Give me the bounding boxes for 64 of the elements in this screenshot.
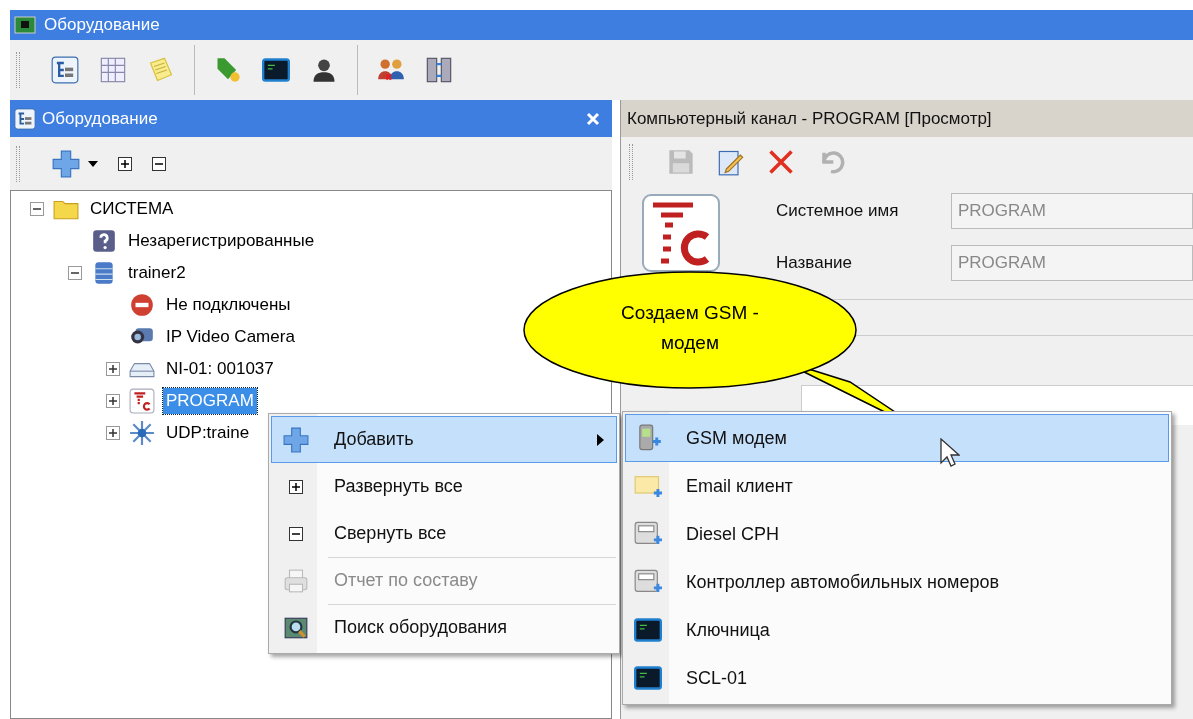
tree-view-icon xyxy=(51,56,79,84)
callout-text: Создаем GSM - модем xyxy=(620,301,760,355)
panel-title: Компьютерный канал - PROGRAM [Просмотр] xyxy=(627,107,992,130)
field-label: Название xyxy=(776,252,853,275)
expand-icon xyxy=(289,479,303,494)
close-icon xyxy=(767,148,795,176)
toolbar-grip[interactable] xyxy=(16,145,20,182)
mouse-cursor-icon xyxy=(940,438,960,468)
toolbar-button[interactable] xyxy=(52,149,98,178)
terminal-icon xyxy=(634,664,662,692)
panel-title: Оборудование xyxy=(42,107,159,130)
circuit-board-icon xyxy=(14,16,36,34)
menu-item[interactable]: GSM модем xyxy=(625,414,1169,462)
terminal-icon xyxy=(262,56,290,84)
expand-icon xyxy=(118,156,132,171)
menu-item[interactable]: Ключница xyxy=(625,606,1169,654)
program-channel-icon xyxy=(129,388,155,414)
dropdown-caret-icon xyxy=(88,160,98,167)
menu-item[interactable]: Контроллер автомобильных номеров xyxy=(625,558,1169,606)
toolbar-button[interactable] xyxy=(152,156,166,171)
tree-item[interactable]: Незарегистрированные xyxy=(125,228,318,254)
notes-icon xyxy=(147,56,175,84)
expand-toggle-icon[interactable] xyxy=(106,426,120,440)
edit-icon xyxy=(717,148,745,176)
expand-toggle-icon[interactable] xyxy=(106,362,120,376)
menu-item[interactable]: SCL-01 xyxy=(625,654,1169,702)
collapse-toggle-icon[interactable] xyxy=(68,266,82,280)
tree-item[interactable]: NI-01: 001037 xyxy=(163,356,277,382)
program-channel-icon xyxy=(641,193,721,273)
tree-item[interactable]: UDP:traine xyxy=(163,420,253,446)
collapse-icon xyxy=(152,156,166,171)
toolbar-button[interactable] xyxy=(118,156,132,171)
tree-item[interactable]: СИСТЕМА xyxy=(87,196,177,222)
sync-icon xyxy=(425,56,453,84)
menu-item[interactable]: Свернуть все xyxy=(271,510,617,557)
tree-view-icon xyxy=(14,107,36,130)
tree-item[interactable]: trainer2 xyxy=(125,260,189,286)
collapse-icon xyxy=(289,526,303,541)
save-icon xyxy=(667,148,695,176)
toolbar-button[interactable] xyxy=(50,55,80,85)
toolbar-grip[interactable] xyxy=(629,144,633,180)
submenu-arrow-icon xyxy=(597,433,604,446)
tree-item[interactable]: IP Video Camera xyxy=(163,324,298,350)
menu-item[interactable]: Поиск оборудования xyxy=(271,604,617,651)
printer-icon xyxy=(283,567,309,594)
grid-icon xyxy=(99,56,127,84)
terminal-icon xyxy=(634,616,662,644)
toolbar-grip[interactable] xyxy=(16,52,20,88)
menu-item[interactable]: Добавить xyxy=(271,416,617,463)
collapse-toggle-icon[interactable] xyxy=(30,202,44,216)
close-icon xyxy=(586,111,600,126)
menu-item[interactable]: Diesel CPH xyxy=(625,510,1169,558)
window-title: Оборудование xyxy=(44,14,160,37)
plus-icon xyxy=(283,426,309,453)
menu-item[interactable]: Email клиент xyxy=(625,462,1169,510)
question-icon xyxy=(91,228,117,254)
expand-toggle-icon[interactable] xyxy=(106,394,120,408)
no-entry-icon xyxy=(129,292,155,318)
toolbar-button[interactable] xyxy=(261,55,291,85)
tree-item[interactable]: Не подключены xyxy=(163,292,294,318)
menu-item[interactable]: Развернуть все xyxy=(271,463,617,510)
field-label: Системное имя xyxy=(776,200,900,223)
network-icon xyxy=(129,420,155,446)
plus-icon xyxy=(52,149,80,178)
